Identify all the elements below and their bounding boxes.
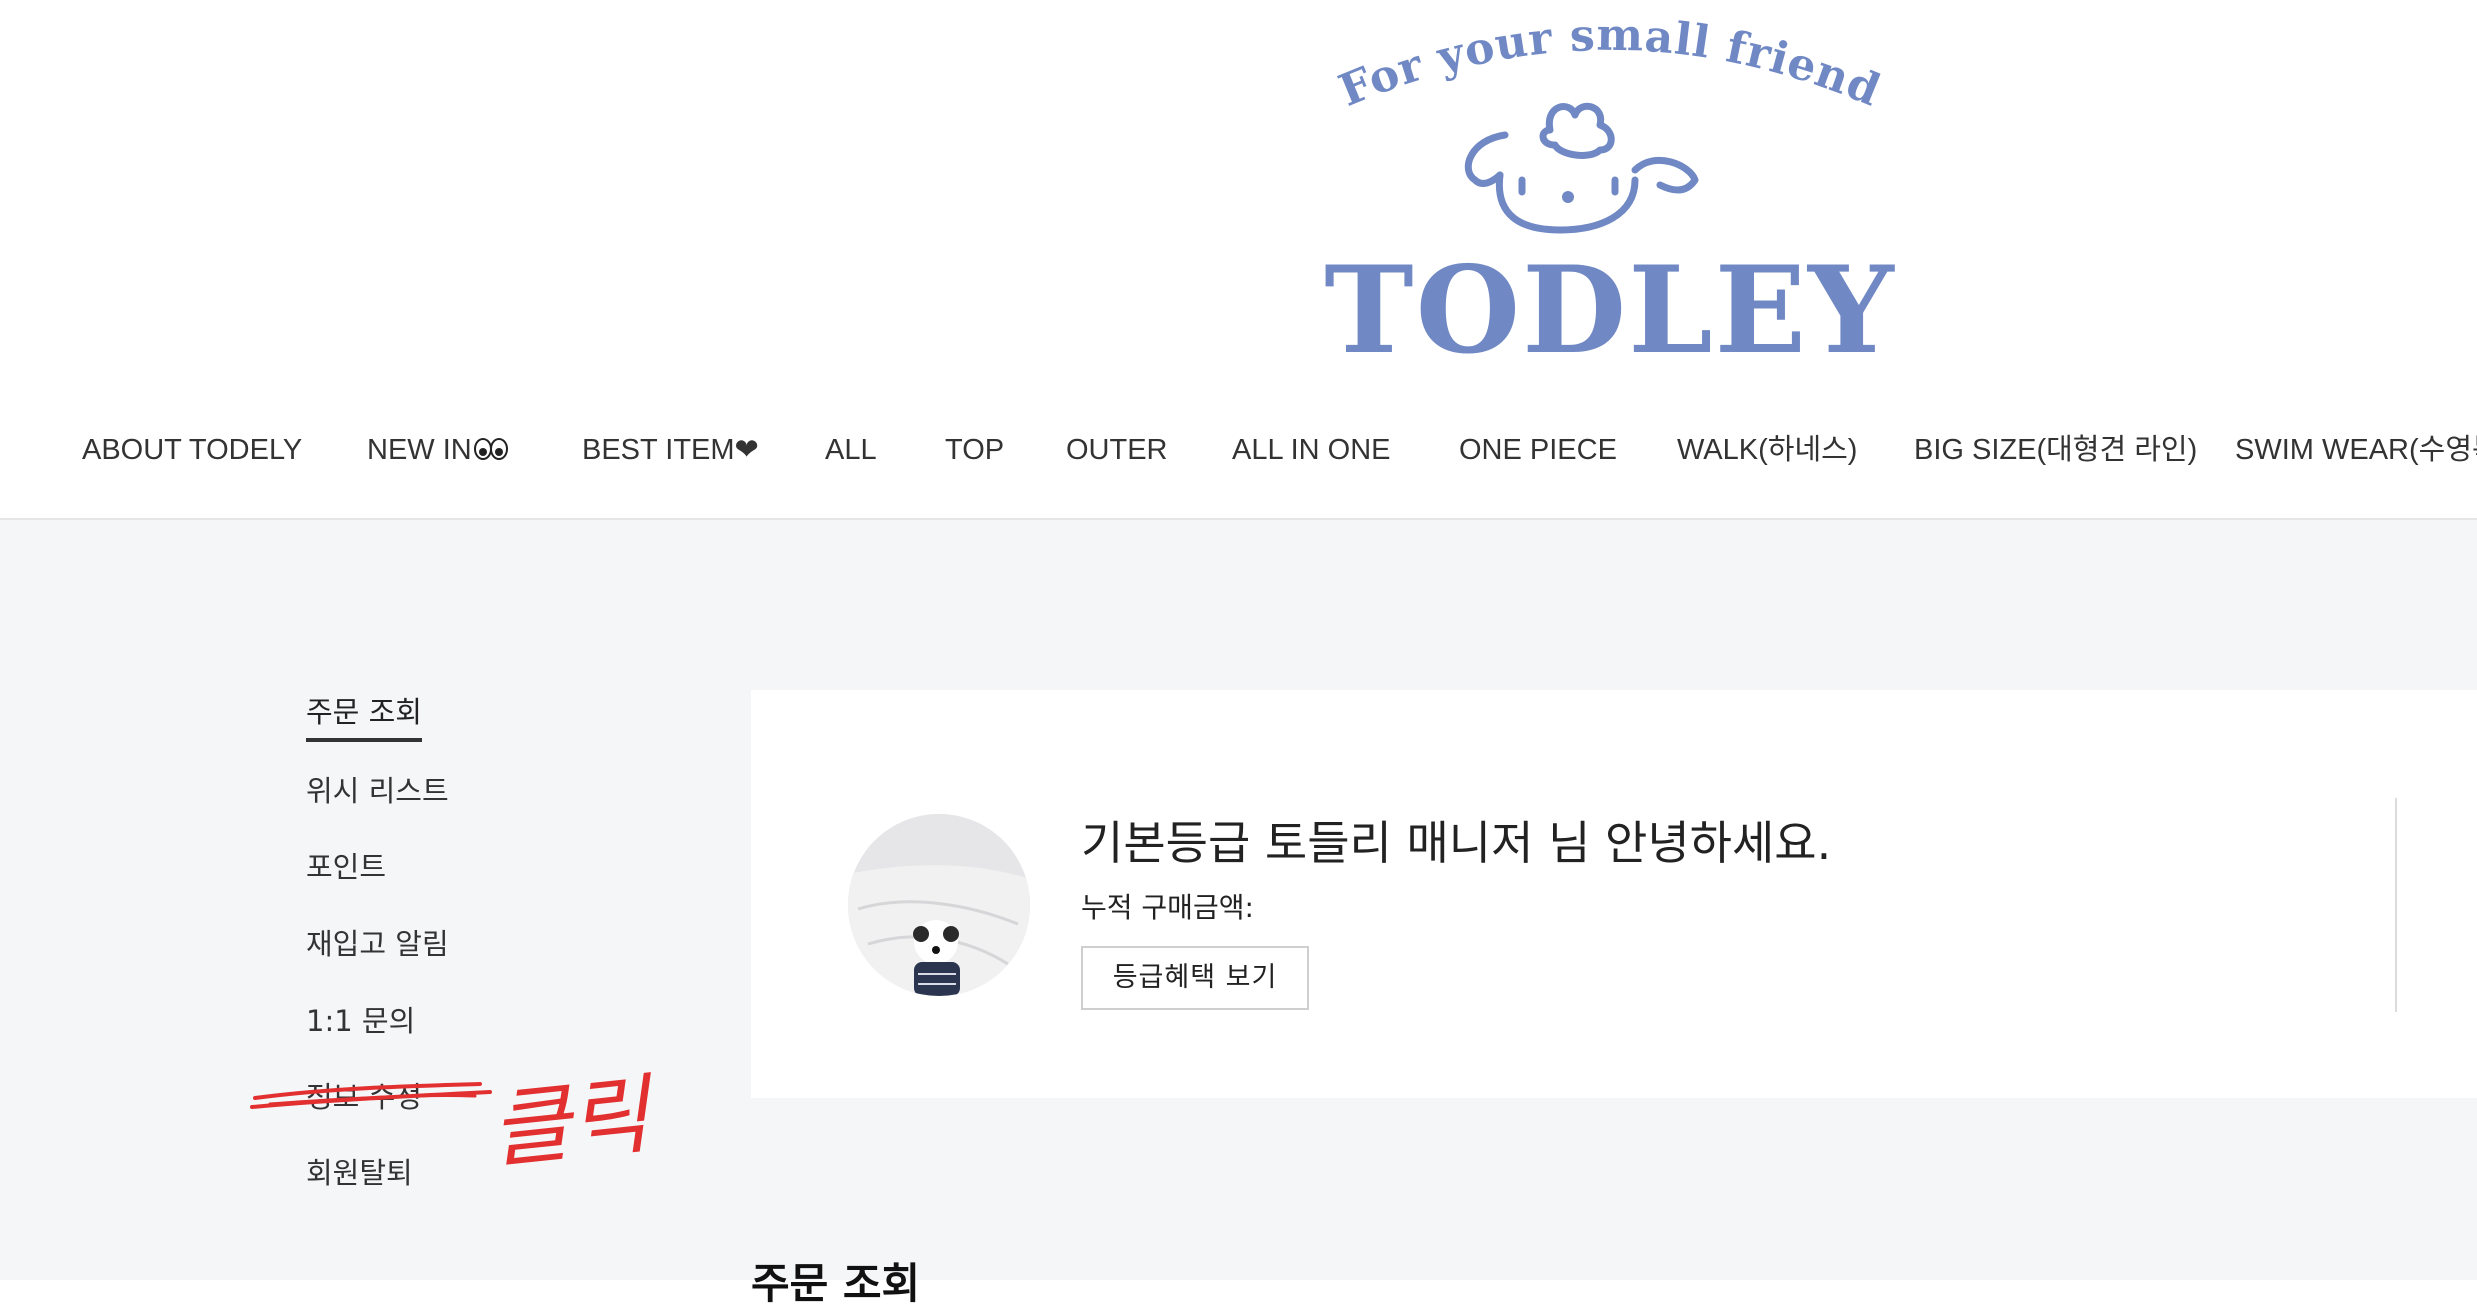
- side-item-edit-info[interactable]: 정보 수정: [306, 1072, 422, 1122]
- grade-benefit-button[interactable]: 등급혜택 보기: [1081, 946, 1309, 1010]
- order-lookup-title: 주문 조회: [751, 1259, 921, 1308]
- side-item-inquiry[interactable]: 1:1 문의: [306, 996, 415, 1046]
- svg-text:For your small friend: For your small friend: [1332, 10, 1888, 117]
- nav-item-top[interactable]: TOP: [945, 420, 1004, 480]
- accumulated-purchase-label: 누적 구매금액:: [1081, 891, 1254, 924]
- member-profile-card: 기본등급 토들리 매니저 님 안녕하세요. 누적 구매금액: 등급혜택 보기: [751, 690, 2477, 1098]
- dog-photo-icon: [848, 814, 1030, 996]
- nav-item-all-in-one[interactable]: ALL IN ONE: [1232, 420, 1390, 480]
- nav-item-about[interactable]: ABOUT TODELY: [82, 420, 302, 480]
- eyes-icon: [473, 421, 508, 481]
- logo-tagline: For your small friend: [1332, 10, 1887, 117]
- side-item-restock-alert[interactable]: 재입고 알림: [306, 919, 449, 969]
- main-nav: ABOUT TODELY NEW IN BEST ITEM❤ ALL TOP O…: [0, 420, 2477, 480]
- logo-wordmark: TODLEY: [1324, 240, 1895, 380]
- side-item-wishlist[interactable]: 위시 리스트: [306, 766, 449, 816]
- nav-item-all[interactable]: ALL: [825, 420, 877, 480]
- site-header: For your small friend TODLEY ABOUT TODEL…: [0, 0, 2477, 520]
- nav-item-new-in-label: NEW IN: [367, 434, 472, 466]
- card-divider: [2395, 798, 2397, 1012]
- side-item-points[interactable]: 포인트: [306, 842, 386, 892]
- nav-item-outer[interactable]: OUTER: [1066, 420, 1168, 480]
- side-item-order-lookup[interactable]: 주문 조회: [306, 690, 422, 742]
- click-annotation-text: 클릭: [486, 1064, 654, 1181]
- nav-item-big-size[interactable]: BIG SIZE(대형견 라인): [1914, 420, 2197, 480]
- nav-item-swim-wear[interactable]: SWIM WEAR(수영복: [2235, 420, 2477, 480]
- mypage-content: 주문 조회 위시 리스트 포인트 재입고 알림 1:1 문의 정보 수정 회원탈…: [0, 520, 2477, 1308]
- dog-face-icon: [1464, 102, 1699, 234]
- nav-item-walk[interactable]: WALK(하네스): [1677, 420, 1857, 480]
- nav-item-best-item[interactable]: BEST ITEM❤: [582, 420, 759, 480]
- todley-logo-graphic: For your small friend TODLEY: [1324, 10, 1895, 380]
- member-avatar: [848, 814, 1030, 996]
- nav-item-new-in[interactable]: NEW IN: [367, 420, 508, 480]
- side-item-withdraw[interactable]: 회원탈퇴: [306, 1148, 413, 1198]
- member-greeting: 기본등급 토들리 매니저 님 안녕하세요.: [1081, 816, 1832, 870]
- nav-item-one-piece[interactable]: ONE PIECE: [1459, 420, 1617, 480]
- brand-logo[interactable]: For your small friend TODLEY: [1260, 0, 1960, 380]
